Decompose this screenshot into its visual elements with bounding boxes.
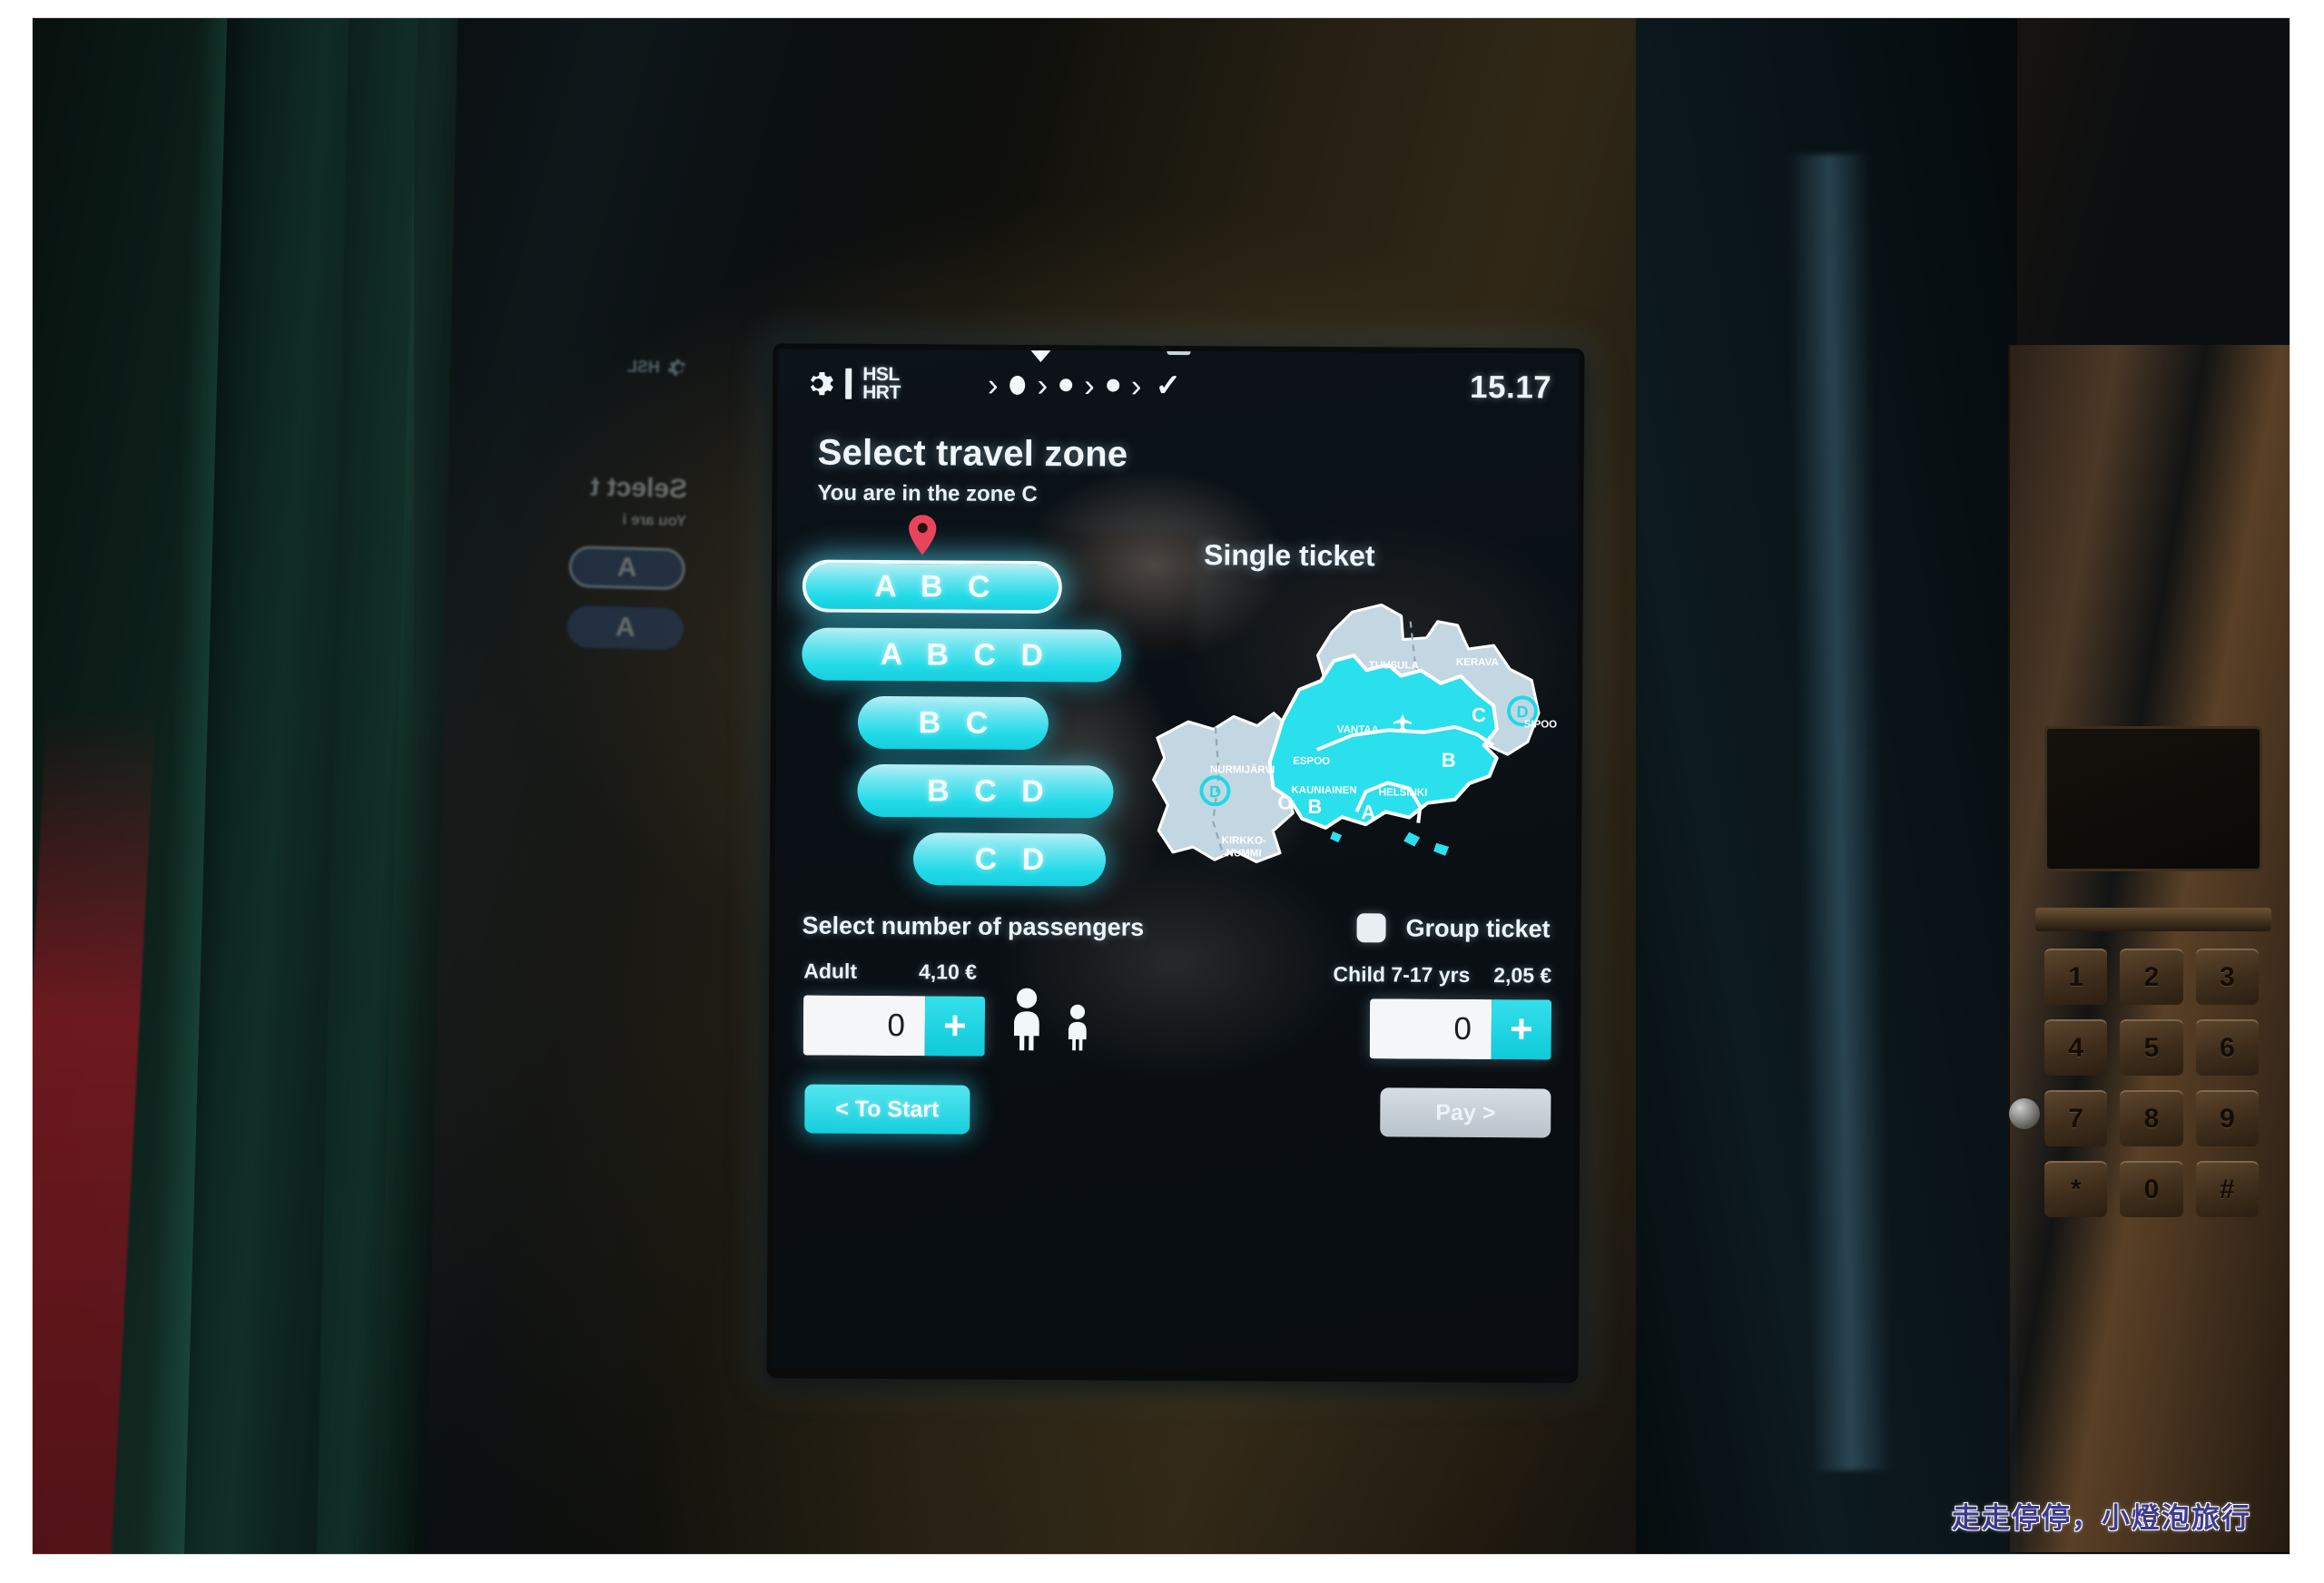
keypad-key-7[interactable]: 7 [2044,1090,2108,1146]
zone-option-abc[interactable]: A B C [802,559,1063,615]
child-price: 2,05 € [1493,963,1552,988]
child-label: Child 7-17 yrs [1333,962,1471,987]
breadcrumb-step-1[interactable] [1009,375,1026,395]
map-label-nurmijarvi: NURMIJÄRVI [1210,763,1275,775]
child-person-icon [1068,1004,1087,1051]
keypad-key-0[interactable]: 0 [2120,1161,2183,1217]
touchscreen[interactable]: HSL HRT › › › › ✓ 15.17 Select travel zo… [772,349,1580,1372]
map-letter-b: B [1442,749,1456,772]
screen-reflection-on-glass: HSL Select t You are i A A [388,349,691,829]
child-plus-button[interactable]: + [1491,999,1552,1060]
map-label-kauniainen: KAUNIAINEN [1291,785,1356,796]
keypad-key-5[interactable]: 5 [2120,1019,2183,1076]
zone-pill-reflection-1: A [568,545,686,591]
zone-option-bcd[interactable]: B C D [857,763,1114,819]
title-reflection: Select t [589,471,688,505]
subtitle-reflection: You are i [622,510,687,530]
adult-label: Adult [803,959,858,983]
map-label-kerava: KERAVA [1456,657,1499,668]
map-label-vantaa: VANTAA [1337,724,1379,735]
child-count-value[interactable]: 0 [1369,998,1492,1060]
clock: 15.17 [1469,369,1552,406]
map-label-sipoo-right: SIPOO [1524,719,1558,730]
breadcrumb-step-3[interactable] [1106,379,1119,392]
photograph: HSL Select t You are i A A 1 2 3 4 5 6 7 8 9 * 0 # [33,18,2290,1554]
breadcrumb-step-2[interactable] [1059,379,1073,392]
map-letter-c-left: C [1277,792,1292,814]
map-letter-a: A [1361,801,1375,823]
kiosk-metal-panel: 1 2 3 4 5 6 7 8 9 * 0 # [2008,345,2290,1552]
chevron-right-icon-1: › [987,367,999,403]
map-pin-glyph [909,515,937,556]
adult-plus-button[interactable]: + [924,996,986,1057]
map-letter-d-left: D [1209,782,1221,801]
chevron-right-icon-3: › [1084,367,1095,403]
to-start-button[interactable]: < To Start [804,1084,970,1135]
chevron-right-icon-4: › [1130,368,1142,404]
page-title: Select travel zone [817,432,1128,475]
adult-quantity-stepper[interactable]: 0 + [803,995,986,1057]
logo-divider [845,368,852,399]
passengers-section-title: Select number of passengers [802,911,1145,941]
current-step-marker-icon [1030,350,1051,363]
map-letter-b-left: B [1307,795,1322,818]
map-label-helsinki: HELSINKI [1379,787,1428,798]
ticket-type-label: Single ticket [1203,538,1375,573]
keypad-key-1[interactable]: 1 [2044,949,2108,1005]
travel-zone-options: A B C A B C D B C B C D C D [801,559,1147,901]
keypad-key-4[interactable]: 4 [2044,1019,2108,1076]
gear-icon-reflection [667,359,686,376]
page-subtitle: You are in the zone C [817,480,1038,507]
photo-white-border: HSL Select t You are i A A 1 2 3 4 5 6 7 8 9 * 0 # [0,0,2324,1583]
zone-option-bc[interactable]: B C [857,695,1049,751]
zone-option-abcd[interactable]: A B C D [802,627,1122,683]
hsl-zone-map[interactable]: D D A B B C C TUUSULA KERAVA SIPOO VANTA… [1137,584,1569,886]
watermark: 走走停停，小燈泡旅行 [1952,1502,2251,1534]
group-ticket-label: Group ticket [1405,914,1551,943]
hsl-hrt-logo: HSL HRT [862,364,901,404]
map-letter-c: C [1472,703,1486,726]
map-label-espoo: ESPOO [1293,756,1330,767]
coin-return-knob[interactable] [2009,1098,2040,1129]
keypad-key-9[interactable]: 9 [2195,1090,2259,1146]
keypad-key-star[interactable]: * [2044,1161,2108,1217]
logo-line-hrt: HRT [862,381,901,404]
hsl-logo-reflection: HSL [626,357,661,377]
chevron-right-icon-2: › [1037,367,1049,403]
map-pin-icon [907,515,938,559]
breadcrumb: › › › › ✓ [987,350,1182,404]
check-icon: ✓ [1155,368,1182,404]
adult-price: 4,10 € [918,959,978,984]
card-slot [2035,908,2271,931]
map-letter-d-right: D [1516,703,1528,721]
zone-pill-reflection-2: A [566,605,684,651]
group-ticket-checkbox[interactable] [1356,913,1386,943]
gear-icon[interactable] [802,367,834,399]
touchscreen-bezel: HSL HRT › › › › ✓ 15.17 Select travel zo… [766,343,1585,1383]
pin-keypad[interactable]: 1 2 3 4 5 6 7 8 9 * 0 # [2044,949,2259,1217]
keypad-key-2[interactable]: 2 [2120,949,2183,1005]
status-bar: HSL HRT › › › › ✓ 15.17 [778,349,1579,422]
adult-person-icon [1013,988,1039,1051]
keypad-key-hash[interactable]: # [2195,1161,2259,1217]
keypad-key-6[interactable]: 6 [2195,1019,2259,1076]
card-reader-display [2044,726,2262,871]
screen-notch [1167,349,1191,356]
group-ticket-row[interactable]: Group ticket [1356,913,1551,943]
map-label-kirkkonummi-1: KIRKKO- [1222,835,1266,846]
map-label-tuusula: TUUSULA [1369,660,1419,671]
zone-map-svg: D D A B B C C TUUSULA KERAVA SIPOO VANTA… [1152,603,1558,864]
passenger-type-icons [1007,988,1092,1052]
pay-button[interactable]: Pay > [1380,1087,1551,1138]
keypad-key-3[interactable]: 3 [2195,949,2259,1005]
adult-fare-row: Adult 4,10 € [803,959,977,984]
zone-option-cd[interactable]: C D [912,832,1107,887]
child-fare-row: Child 7-17 yrs 2,05 € [1333,962,1551,988]
child-quantity-stepper[interactable]: 0 + [1369,998,1552,1060]
map-label-kirkkonummi-2: NUMMI [1226,848,1262,859]
adult-count-value[interactable]: 0 [803,995,926,1057]
keypad-key-8[interactable]: 8 [2120,1090,2183,1146]
